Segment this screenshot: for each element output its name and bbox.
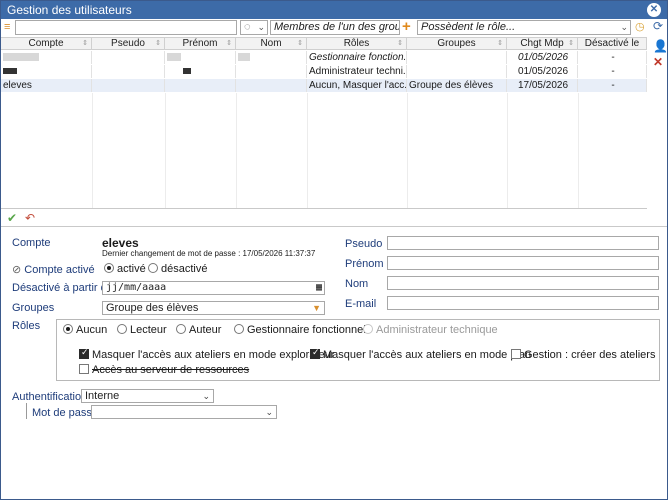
- column-header[interactable]: Désactivé le: [578, 38, 647, 50]
- cell-roles: Aucun, Masquer l'acc...: [309, 79, 407, 92]
- compte-label: Compte: [12, 237, 51, 249]
- cell-desactive: -: [578, 65, 647, 78]
- cell-nom: [236, 65, 307, 78]
- groupes-label: Groupes: [12, 302, 55, 314]
- roles-filter-label: Possèdent le rôle...: [421, 21, 516, 33]
- cell-compte: eleves: [1, 79, 92, 92]
- title-bar: Gestion des utilisateurs ✕: [1, 1, 667, 19]
- column-header[interactable]: Chgt Mdp ⇕: [507, 38, 578, 50]
- checkbox-masquer-explorateur[interactable]: Masquer l'accès aux ateliers en mode exp…: [79, 347, 334, 361]
- cell-chgt-mdp: 17/05/2026: [507, 79, 578, 92]
- search-input[interactable]: [15, 20, 237, 35]
- column-header[interactable]: Compte ⇕: [1, 38, 92, 50]
- cell-pseudo: [92, 51, 165, 64]
- role-radio-aucun[interactable]: Aucun: [63, 324, 107, 336]
- status-icon: ⊘: [12, 264, 22, 276]
- auth-select[interactable]: Interne ⌄: [81, 389, 214, 403]
- column-header[interactable]: Rôles ⇕: [307, 38, 407, 50]
- password-label: Mot de passe: [32, 407, 99, 419]
- column-header[interactable]: Prénom ⇕: [165, 38, 236, 50]
- chevron-down-icon: ⌄: [202, 391, 210, 401]
- filter-icon[interactable]: ≡: [4, 21, 10, 33]
- pseudo-label: Pseudo: [345, 238, 383, 250]
- chevron-down-icon: ⌄: [265, 407, 273, 417]
- window-title: Gestion des utilisateurs: [7, 3, 132, 17]
- deactivation-date-input[interactable]: jj/mm/aaaa ▦: [102, 281, 325, 295]
- password-select[interactable]: ⌄: [91, 405, 277, 419]
- spinner-icon: ◌: [244, 21, 251, 33]
- calendar-icon[interactable]: ▦: [316, 282, 322, 294]
- cell-groupes: [407, 51, 507, 64]
- role-radio-auteur[interactable]: Auteur: [176, 324, 221, 336]
- pseudo-input[interactable]: [387, 236, 659, 250]
- cell-nom: [236, 51, 307, 64]
- add-user-icon[interactable]: 👤: [653, 39, 668, 53]
- cell-prenom: [165, 51, 236, 64]
- users-table: Compte ⇕ Pseudo ⇕ Prénom ⇕ Nom ⇕ Rôles ⇕ Grou…: [1, 37, 647, 209]
- last-password-change: Dernier changement de mot de passe : 17/…: [102, 249, 316, 258]
- spinner-combo[interactable]: ◌ ⌄: [240, 20, 268, 35]
- dropdown-arrow-icon: ▼: [312, 303, 321, 313]
- checkbox-acces-ressources[interactable]: Accès au serveur de ressources: [79, 364, 249, 376]
- delete-icon[interactable]: ✕: [653, 55, 663, 69]
- groups-filter[interactable]: Membres de l'un des groupes...: [270, 20, 400, 35]
- cell-groupes: [407, 65, 507, 78]
- nom-input[interactable]: [387, 276, 659, 290]
- checkbox-creer-ateliers[interactable]: Gestion : créer des ateliers: [511, 349, 655, 361]
- inactive-radio[interactable]: désactivé: [148, 263, 207, 275]
- timer-icon[interactable]: ◷: [635, 20, 645, 33]
- form-toolbar: ✔ ↶: [1, 211, 667, 227]
- roles-label: Rôles: [12, 320, 41, 332]
- user-management-window: Gestion des utilisateurs ✕ ≡ ◌ ⌄ Membres…: [0, 0, 668, 500]
- cell-nom: [236, 79, 307, 92]
- validate-icon[interactable]: ✔: [7, 211, 17, 225]
- compte-actif-field: ⊘ Compte activé: [12, 263, 95, 276]
- auth-label: Authentification: [12, 391, 88, 403]
- cell-roles: Gestionnaire fonction...: [309, 51, 407, 64]
- role-radio-admin: Administrateur technique: [363, 324, 498, 336]
- cell-chgt-mdp: 01/05/2026: [507, 51, 578, 64]
- compte-value: eleves: [102, 236, 139, 250]
- prenom-label: Prénom: [345, 258, 384, 270]
- table-row[interactable]: Administrateur techni... 01/05/2026 -: [1, 65, 647, 78]
- auth-connector: [26, 403, 27, 419]
- nom-label: Nom: [345, 278, 369, 290]
- cell-desactive: -: [578, 79, 647, 92]
- table-row[interactable]: Gestionnaire fonction... 01/05/2026 -: [1, 51, 647, 64]
- prenom-input[interactable]: [387, 256, 659, 270]
- filter-bar: ≡ ◌ ⌄ Membres de l'un des groupes... + P…: [1, 19, 647, 37]
- email-label: E-mail: [345, 298, 377, 310]
- compte-actif-label: Compte activé: [24, 264, 95, 276]
- cell-pseudo: [92, 65, 165, 78]
- email-input[interactable]: [387, 296, 659, 310]
- active-radio[interactable]: activé: [104, 263, 146, 275]
- groups-filter-label: Membres de l'un des groupes...: [274, 21, 399, 33]
- cell-desactive: -: [578, 51, 647, 64]
- cell-groupes: Groupe des élèves: [407, 79, 507, 92]
- cell-chgt-mdp: 01/05/2026: [507, 65, 578, 78]
- checkbox-masquer-plan[interactable]: Masquer l'accès aux ateliers en mode pla…: [310, 347, 531, 361]
- cell-compte: [1, 51, 92, 64]
- undo-icon[interactable]: ↶: [25, 211, 35, 225]
- column-header[interactable]: Groupes ⇕: [407, 38, 507, 50]
- close-icon[interactable]: ✕: [647, 3, 661, 17]
- cell-compte: [1, 65, 92, 78]
- groupes-select[interactable]: Groupe des élèves ▼: [102, 301, 325, 315]
- role-radio-lecteur[interactable]: Lecteur: [117, 324, 167, 336]
- column-header[interactable]: Pseudo ⇕: [92, 38, 165, 50]
- roles-filter[interactable]: Possèdent le rôle... ⌄: [417, 20, 631, 35]
- cell-roles: Administrateur techni...: [309, 65, 407, 78]
- cell-prenom: [165, 65, 236, 78]
- cell-prenom: [165, 79, 236, 92]
- chevron-down-icon: ⌄: [620, 22, 628, 32]
- column-header[interactable]: Nom ⇕: [236, 38, 307, 50]
- refresh-icon[interactable]: ⟳: [653, 19, 663, 33]
- table-row[interactable]: eleves Aucun, Masquer l'acc... Groupe de…: [1, 79, 647, 92]
- chevron-down-icon: ⌄: [257, 22, 265, 32]
- cell-pseudo: [92, 79, 165, 92]
- add-filter-icon[interactable]: +: [402, 19, 414, 34]
- desactive-label: Désactivé à partir du: [12, 282, 113, 294]
- role-radio-gestionnaire[interactable]: Gestionnaire fonctionnel: [234, 324, 366, 336]
- table-header: Compte ⇕ Pseudo ⇕ Prénom ⇕ Nom ⇕ Rôles ⇕ Grou…: [1, 37, 647, 50]
